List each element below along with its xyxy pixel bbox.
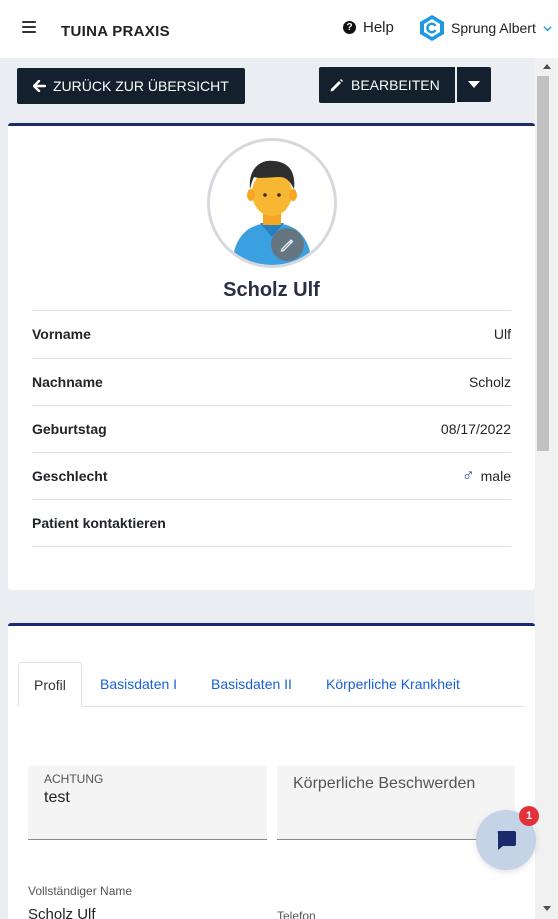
edit-button[interactable]: BEARBEITEN xyxy=(319,67,455,103)
detail-label: Patient kontaktieren xyxy=(32,515,166,531)
user-name: Sprung Albert xyxy=(451,20,536,36)
male-symbol-icon: ♂ xyxy=(461,466,475,485)
user-menu[interactable]: Sprung Albert xyxy=(418,14,552,42)
patient-card: Scholz Ulf Vorname Ulf Nachname Scholz G… xyxy=(8,123,535,590)
question-circle-icon: ? xyxy=(343,21,356,34)
detail-value: Ulf xyxy=(494,326,511,342)
fullname-label: Vollständiger Name xyxy=(28,884,133,898)
chat-notification-badge: 1 xyxy=(519,806,539,826)
help-label: Help xyxy=(363,19,394,36)
top-navbar: TUINA PRAXIS ? Help Sprung Albert xyxy=(0,0,558,58)
scrollbar-thumb[interactable] xyxy=(537,76,549,451)
telefon-label: Telefon xyxy=(277,909,316,919)
tab-profil[interactable]: Profil xyxy=(18,662,82,707)
edit-button-label: BEARBEITEN xyxy=(351,77,440,93)
detail-value: 08/17/2022 xyxy=(441,421,511,437)
pencil-icon xyxy=(280,239,294,252)
detail-value-text: Scholz xyxy=(468,374,511,390)
detail-label: Vorname xyxy=(32,326,91,342)
edit-dropdown-toggle[interactable] xyxy=(457,67,491,102)
tab-basisdaten-2[interactable]: Basisdaten II xyxy=(211,662,292,707)
arrow-left-icon xyxy=(33,80,46,92)
scroll-down-arrow-icon[interactable] xyxy=(543,906,551,911)
detail-row-contact[interactable]: Patient kontaktieren xyxy=(32,499,511,547)
scrollbar[interactable] xyxy=(535,58,558,919)
detail-value-text: Ulf xyxy=(493,326,511,342)
detail-row-geschlecht: Geschlecht ♂ male xyxy=(32,452,511,500)
achtung-label: ACHTUNG xyxy=(44,772,104,786)
hamburger-menu-icon[interactable] xyxy=(22,21,36,33)
chevron-down-icon xyxy=(543,25,552,31)
detail-label: Geburtstag xyxy=(32,421,107,437)
detail-value-text: male xyxy=(480,468,511,484)
caret-down-icon xyxy=(468,81,480,88)
detail-label: Nachname xyxy=(32,374,103,390)
app-logo-icon xyxy=(420,15,444,41)
back-to-overview-button[interactable]: ZURÜCK ZUR ÜBERSICHT xyxy=(17,68,245,104)
tab-koerperliche-krankheit[interactable]: Körperliche Krankheit xyxy=(326,662,460,707)
detail-value: Scholz xyxy=(469,374,511,390)
help-link[interactable]: ? Help xyxy=(343,19,394,36)
chat-bubble-icon xyxy=(497,831,516,850)
scroll-up-arrow-icon[interactable] xyxy=(543,64,551,69)
tab-basisdaten-1[interactable]: Basisdaten I xyxy=(100,662,177,707)
detail-label: Geschlecht xyxy=(32,468,108,484)
achtung-field[interactable]: ACHTUNG test xyxy=(28,766,267,840)
avatar-edit-button[interactable] xyxy=(271,228,304,261)
app-title: TUINA PRAXIS xyxy=(61,23,170,40)
detail-row-vorname: Vorname Ulf xyxy=(32,310,511,358)
divider xyxy=(32,546,511,547)
detail-row-nachname: Nachname Scholz xyxy=(32,358,511,406)
koerperliche-beschwerden-placeholder: Körperliche Beschwerden xyxy=(293,775,476,792)
pencil-icon xyxy=(330,78,343,91)
detail-value-text: 08/17/2022 xyxy=(440,421,511,437)
detail-value: ♂ male xyxy=(461,466,511,485)
achtung-value: test xyxy=(44,789,70,806)
tab-bar: Profil Basisdaten I Basisdaten II Körper… xyxy=(18,662,525,707)
patient-tabs-card: Profil Basisdaten I Basisdaten II Körper… xyxy=(8,623,535,919)
back-button-label: ZURÜCK ZUR ÜBERSICHT xyxy=(53,78,229,94)
patient-name: Scholz Ulf xyxy=(223,279,320,301)
fullname-value: Scholz Ulf xyxy=(28,906,96,919)
detail-row-geburtstag: Geburtstag 08/17/2022 xyxy=(32,405,511,453)
